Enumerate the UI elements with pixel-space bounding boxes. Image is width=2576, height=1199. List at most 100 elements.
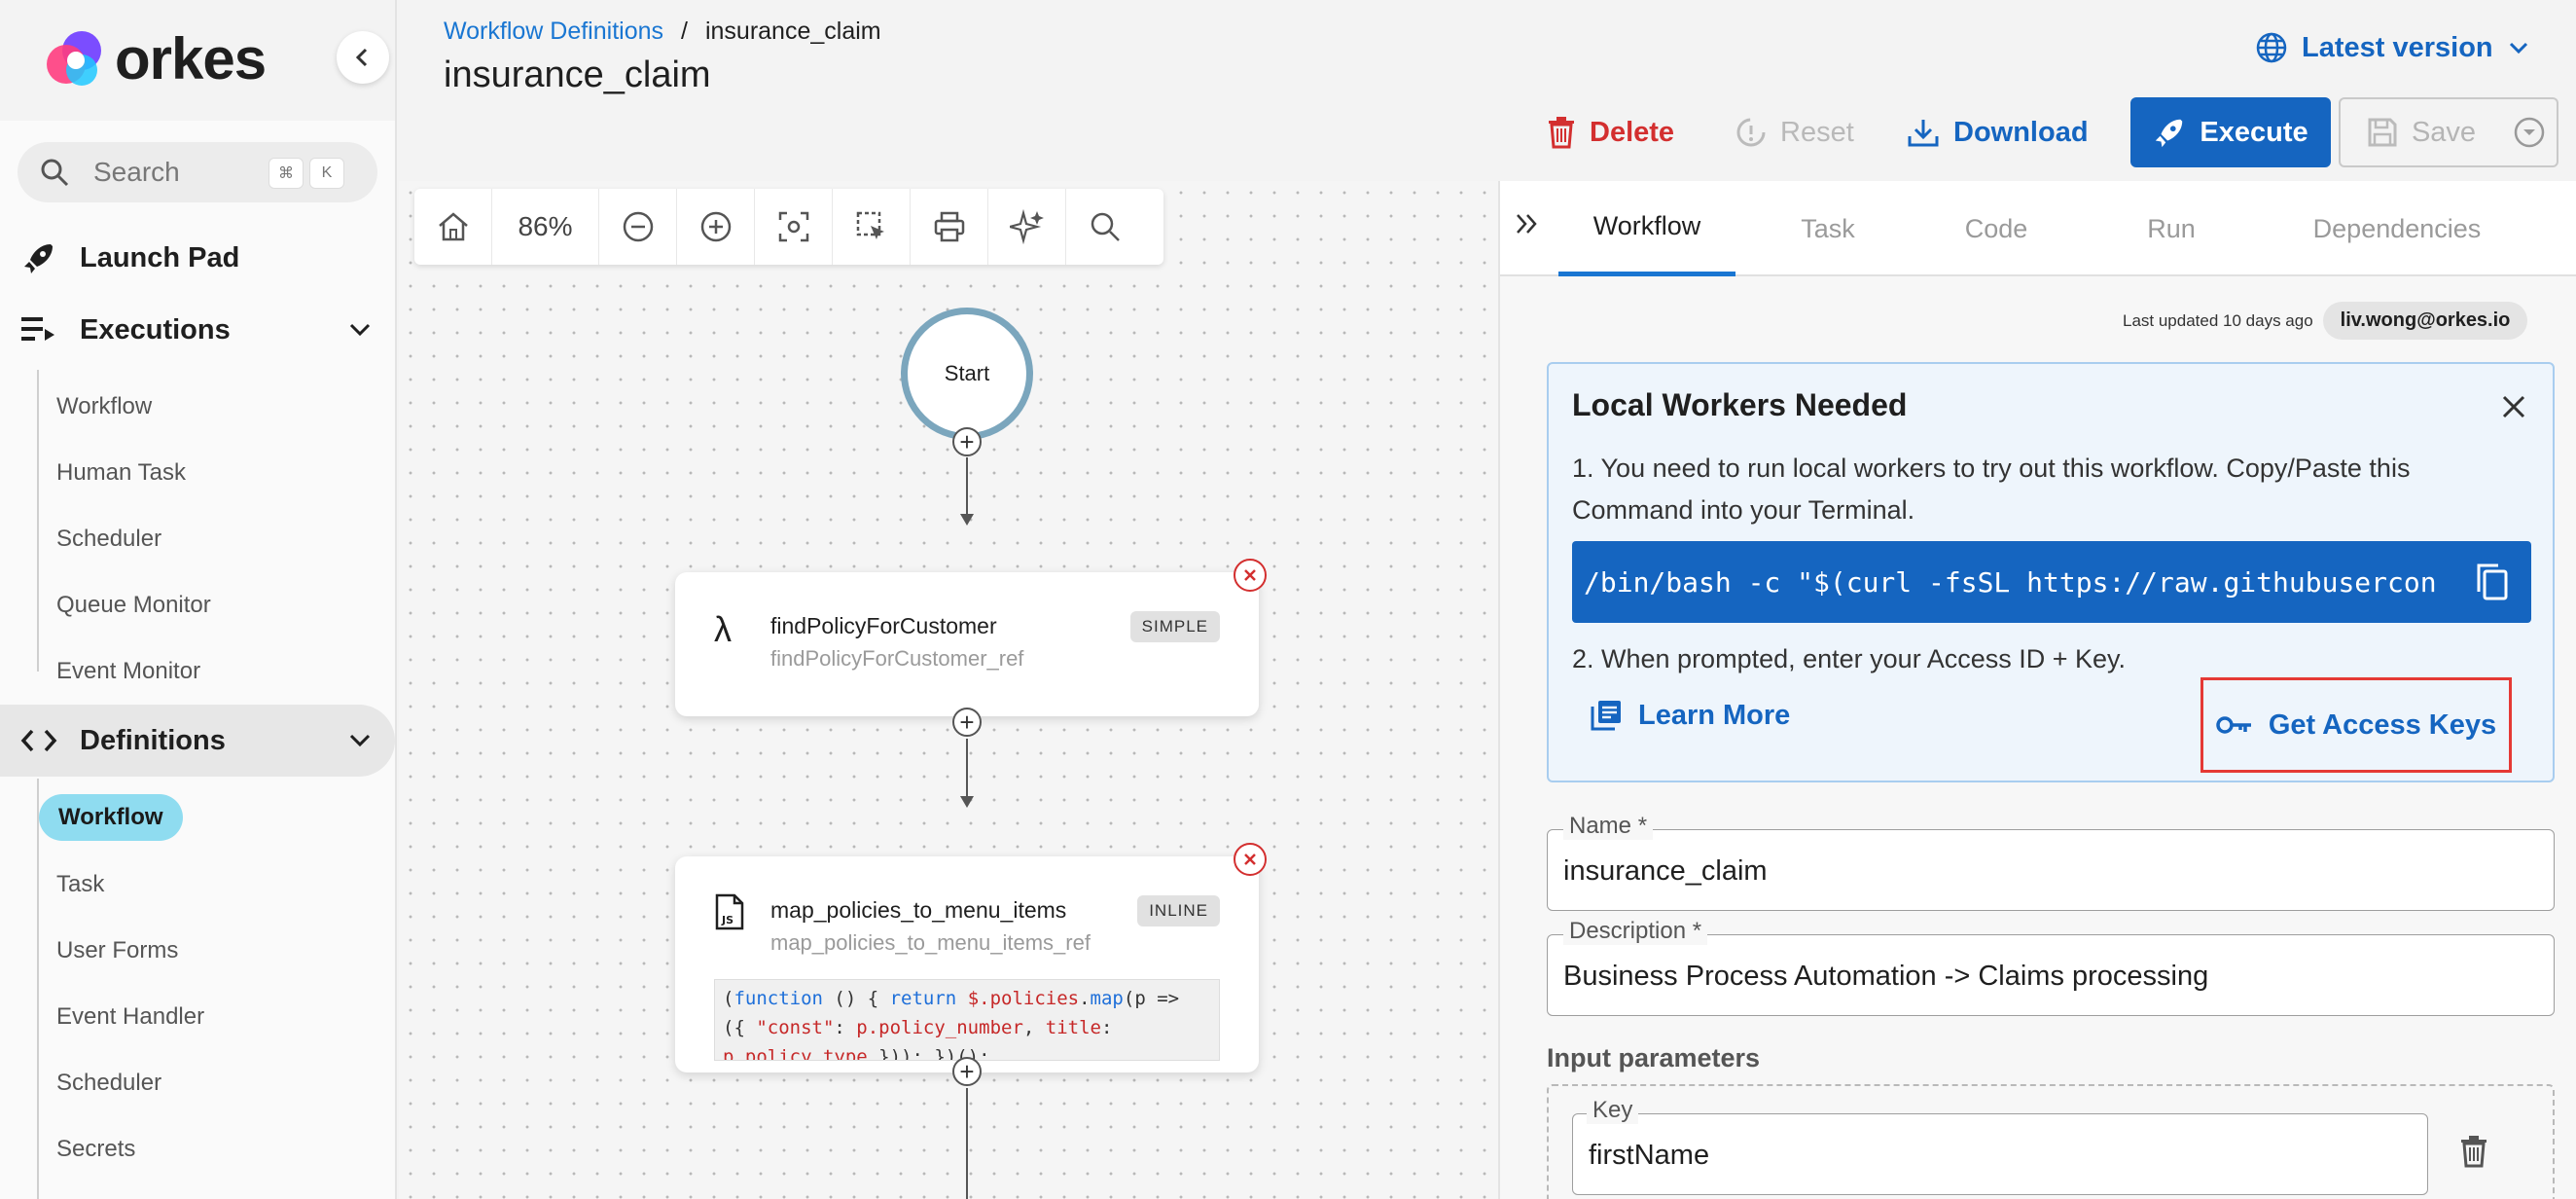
description-field[interactable]: Description * Business Process Automatio… xyxy=(1547,918,2555,1016)
last-updated-text: Last updated 10 days ago xyxy=(2123,310,2313,330)
printer-icon xyxy=(934,211,964,242)
javascript-file-icon: JS xyxy=(714,893,745,939)
delete-button[interactable]: Delete xyxy=(1547,97,1674,167)
canvas-search-button[interactable] xyxy=(1066,189,1144,265)
code-line: ({ "const": p.policy_number, title: xyxy=(723,1017,1113,1038)
zoom-in-button[interactable] xyxy=(677,189,755,265)
zoom-level: 86% xyxy=(492,189,599,265)
canvas-toolbar: 86% xyxy=(414,189,1163,265)
lambda-icon: λ xyxy=(714,609,732,649)
orkes-logo-icon xyxy=(47,31,101,86)
task-name: map_policies_to_menu_items xyxy=(770,897,1067,923)
execute-button[interactable]: Execute xyxy=(2130,97,2331,167)
sub-executions-scheduler[interactable]: Scheduler xyxy=(56,526,161,553)
trash-icon xyxy=(1549,117,1574,149)
rocket-icon xyxy=(2156,119,2183,148)
orkes-logo[interactable]: orkes xyxy=(43,23,267,93)
download-icon xyxy=(1908,120,1939,147)
delete-label: Delete xyxy=(1590,116,1675,148)
copy-icon xyxy=(2477,563,2508,600)
input-parameters-title: Input parameters xyxy=(1547,1043,1761,1072)
ai-sparkle-button[interactable] xyxy=(988,189,1066,265)
sub-executions-queue-monitor[interactable]: Queue Monitor xyxy=(56,592,211,619)
fit-view-icon xyxy=(778,211,808,242)
close-notice-button[interactable] xyxy=(2500,391,2527,429)
task-node-map_policies_to_menu_items[interactable]: JS map_policies_to_menu_items map_polici… xyxy=(675,843,1267,1072)
get-access-keys-button[interactable]: Get Access Keys xyxy=(2200,677,2512,773)
copy-button[interactable] xyxy=(2475,563,2510,608)
save-options-button[interactable] xyxy=(2502,97,2558,167)
sub-executions-workflow[interactable]: Workflow xyxy=(56,393,152,420)
close-icon xyxy=(2502,395,2525,418)
sub-definitions-user-forms[interactable]: User Forms xyxy=(56,937,178,964)
svg-text:JS: JS xyxy=(721,914,733,926)
close-icon xyxy=(1244,569,1256,581)
tab-workflow[interactable]: Workflow xyxy=(1558,181,1735,276)
sub-definitions-workflow[interactable]: Workflow xyxy=(39,794,183,841)
nav-launch-pad[interactable]: Launch Pad xyxy=(19,234,379,282)
add-task-button[interactable]: + xyxy=(952,708,982,737)
tab-run[interactable]: Run xyxy=(2093,181,2249,276)
version-label: Latest version xyxy=(2302,31,2493,63)
reset-icon xyxy=(1736,118,1766,147)
search-input[interactable]: Search ⌘ K xyxy=(18,142,377,202)
command-box[interactable]: /bin/bash -c "$(curl -fsSL https://raw.g… xyxy=(1572,541,2531,623)
save-label: Save xyxy=(2411,116,2477,148)
notice-title: Local Workers Needed xyxy=(1572,387,1908,422)
sub-executions-event-monitor[interactable]: Event Monitor xyxy=(56,658,200,685)
app-name: orkes xyxy=(115,25,267,91)
download-button[interactable]: Download xyxy=(1907,97,2089,167)
zoom-out-button[interactable] xyxy=(599,189,677,265)
sub-definitions-scheduler[interactable]: Scheduler xyxy=(56,1070,161,1097)
remove-task-button[interactable] xyxy=(1234,843,1267,876)
execute-label: Execute xyxy=(2200,116,2308,148)
sub-executions-human-task[interactable]: Human Task xyxy=(56,459,186,487)
nav-executions[interactable]: Executions xyxy=(19,306,379,354)
edge-line xyxy=(966,457,968,516)
name-field[interactable]: Name * insurance_claim xyxy=(1547,813,2555,911)
reset-button[interactable]: Reset xyxy=(1735,97,1854,167)
tab-code[interactable]: Code xyxy=(1918,181,2074,276)
workflow-canvas[interactable]: 86% Start + λ findPolicyForCustomer find… xyxy=(399,181,1498,1199)
add-task-button[interactable]: + xyxy=(952,427,982,456)
select-area-button[interactable] xyxy=(833,189,911,265)
nav-definitions[interactable]: Definitions xyxy=(19,716,379,765)
parameter-key-field[interactable]: Key firstName xyxy=(1572,1097,2428,1195)
zoom-in-icon xyxy=(700,211,731,242)
breadcrumb-current: insurance_claim xyxy=(704,18,881,45)
learn-more-link[interactable]: Learn More xyxy=(1590,699,1790,732)
get-access-keys-label: Get Access Keys xyxy=(2268,708,2497,741)
breadcrumb-parent-link[interactable]: Workflow Definitions xyxy=(444,18,663,46)
sub-definitions-secrets[interactable]: Secrets xyxy=(56,1136,135,1163)
add-task-button[interactable]: + xyxy=(952,1057,982,1086)
start-node[interactable]: Start xyxy=(901,308,1033,440)
remove-task-button[interactable] xyxy=(1234,559,1267,592)
breadcrumb: Workflow Definitions / insurance_claim xyxy=(444,18,881,46)
task-node-findPolicyForCustomer[interactable]: λ findPolicyForCustomer findPolicyForCus… xyxy=(675,559,1267,716)
print-button[interactable] xyxy=(911,189,988,265)
tab-task[interactable]: Task xyxy=(1755,181,1901,276)
tree-line xyxy=(37,779,39,1199)
fit-view-button[interactable] xyxy=(755,189,833,265)
sub-definitions-task[interactable]: Task xyxy=(56,871,104,898)
description-field-label: Description * xyxy=(1563,918,1708,945)
expand-panel-button[interactable] xyxy=(1514,210,1541,245)
version-selector[interactable]: Latest version xyxy=(2255,23,2530,72)
chevron-left-icon xyxy=(355,48,368,67)
edge-arrow xyxy=(960,514,974,526)
parameter-key-label: Key xyxy=(1587,1097,1639,1124)
zoom-out-icon xyxy=(623,211,653,242)
parameter-key-value: firstName xyxy=(1589,1140,1710,1171)
save-button[interactable]: Save xyxy=(2339,97,2504,167)
delete-parameter-button[interactable] xyxy=(2459,1135,2488,1173)
inline-code-preview[interactable]: (function () { return $.policies.map(p =… xyxy=(714,979,1220,1061)
home-button[interactable] xyxy=(414,189,492,265)
nav-executions-label: Executions xyxy=(80,313,231,345)
globe-icon xyxy=(2256,32,2287,63)
code-brackets-icon xyxy=(19,721,58,760)
tab-dependencies[interactable]: Dependencies xyxy=(2269,181,2525,276)
sub-definitions-event-handler[interactable]: Event Handler xyxy=(56,1003,204,1031)
task-type-badge: INLINE xyxy=(1137,895,1220,926)
search-icon xyxy=(1091,212,1120,241)
collapse-sidebar-button[interactable] xyxy=(337,31,389,84)
